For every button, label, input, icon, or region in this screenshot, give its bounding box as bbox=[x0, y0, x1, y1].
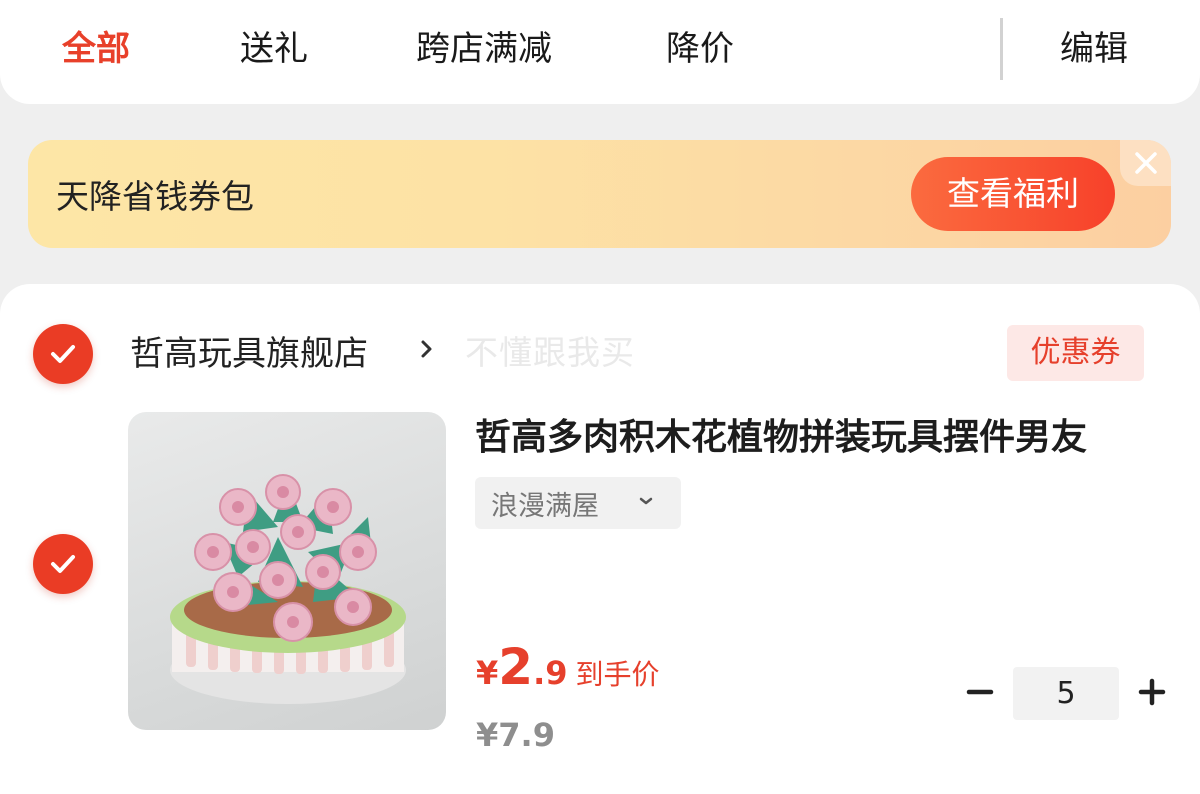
plus-icon bbox=[1138, 678, 1166, 706]
quantity-decrease-button[interactable] bbox=[960, 670, 1000, 714]
price-integer: 2 bbox=[498, 638, 534, 696]
coupon-pack-banner[interactable]: 天降省钱券包 查看福利 bbox=[28, 140, 1171, 248]
store-select-checkbox[interactable] bbox=[33, 324, 93, 384]
store-slogan: 不懂跟我买 bbox=[465, 333, 635, 372]
product-image[interactable] bbox=[128, 412, 446, 730]
close-icon[interactable] bbox=[1120, 140, 1171, 186]
minus-icon bbox=[966, 689, 994, 695]
cart-filter-tabbar: 全部 送礼 跨店满减 降价 编辑 bbox=[0, 0, 1200, 104]
view-benefits-button[interactable]: 查看福利 bbox=[911, 157, 1115, 231]
tab-gift[interactable]: 送礼 bbox=[240, 24, 308, 74]
price-decimal: .9 bbox=[533, 654, 568, 692]
quantity-input[interactable]: 5 bbox=[1013, 667, 1119, 720]
banner-title: 天降省钱券包 bbox=[56, 177, 254, 216]
sku-label: 浪漫满屋 bbox=[491, 491, 599, 522]
chevron-down-icon bbox=[637, 493, 655, 512]
coupon-button[interactable]: 优惠券 bbox=[1007, 325, 1144, 381]
store-cart-card: 哲高玩具旗舰店 不懂跟我买 优惠券 哲高多肉积木花植物拼装玩具摆件男友 浪漫满屋… bbox=[0, 284, 1200, 794]
tab-cross-store-discount[interactable]: 跨店满减 bbox=[416, 24, 552, 74]
tab-all[interactable]: 全部 bbox=[62, 24, 130, 74]
price-currency: ¥ bbox=[476, 654, 499, 692]
chevron-right-icon[interactable] bbox=[418, 334, 436, 368]
store-name[interactable]: 哲高玩具旗舰店 bbox=[130, 326, 368, 375]
product-title[interactable]: 哲高多肉积木花植物拼装玩具摆件男友 bbox=[475, 408, 1165, 460]
quantity-increase-button[interactable] bbox=[1132, 670, 1172, 714]
product-select-checkbox[interactable] bbox=[33, 534, 93, 594]
price-label: 到手价 bbox=[575, 658, 660, 691]
edit-button[interactable]: 编辑 bbox=[1060, 24, 1128, 74]
original-price: ¥7.9 bbox=[476, 716, 555, 754]
tabbar-divider bbox=[1000, 18, 1003, 80]
sku-selector[interactable]: 浪漫满屋 bbox=[475, 477, 681, 529]
final-price: ¥2.9 到手价 bbox=[476, 638, 660, 696]
checkmark-icon bbox=[51, 555, 75, 573]
tab-price-drop[interactable]: 降价 bbox=[666, 24, 734, 74]
checkmark-icon bbox=[51, 345, 75, 363]
